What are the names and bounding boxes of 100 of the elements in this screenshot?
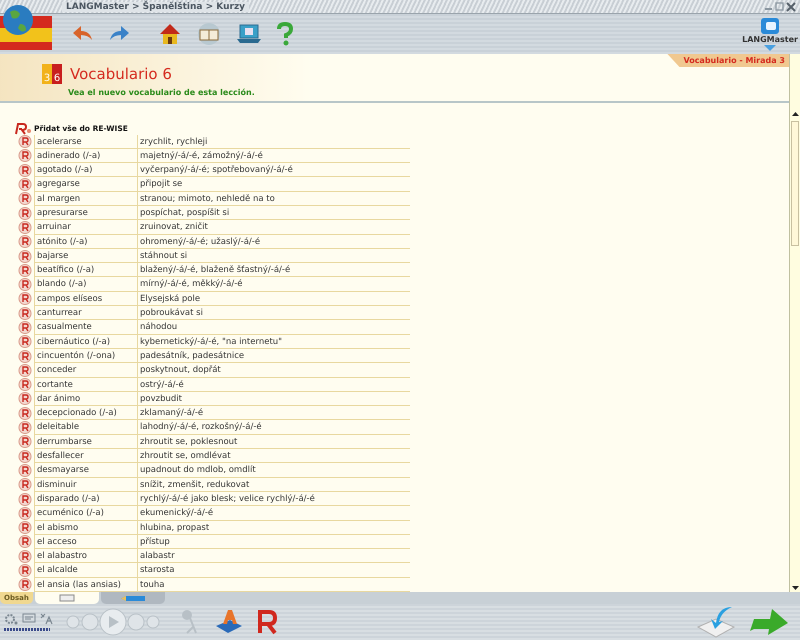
rewise-icon[interactable] <box>18 235 32 248</box>
translation-cell: náhodou <box>137 320 410 335</box>
mail-icon[interactable] <box>696 605 736 639</box>
translation-cell: majetný/-á/-é, zámožný/-á/-é <box>137 148 410 164</box>
rewise-icon[interactable] <box>18 578 32 592</box>
word-cell: beatífico (/-a) <box>34 263 137 278</box>
word-cell: al margen <box>34 192 137 206</box>
dictionary-icon[interactable] <box>214 608 244 636</box>
translation-cell: povzbudit <box>137 392 410 406</box>
translation-cell: rychlý/-á/-é jako blesk; velice rychlý/-á/-é <box>137 492 410 506</box>
rewise-icon[interactable] <box>18 550 32 563</box>
word-cell: dar ánimo <box>34 392 137 406</box>
translation-cell: připojit se <box>137 177 410 192</box>
book-icon[interactable] <box>196 22 222 46</box>
lesson-title: Vocabulario 6 <box>70 65 172 83</box>
home-icon[interactable] <box>158 22 182 46</box>
translation-cell: zhroutit se, omdlévat <box>137 449 410 464</box>
translation-cell: ohromený/-á/-é; užaslý/-á/-é <box>137 234 410 249</box>
word-cell: desfallecer <box>34 449 137 464</box>
rewise-icon[interactable] <box>18 206 32 220</box>
translation-cell: zruinovat, zničit <box>137 220 410 235</box>
rewise-icon[interactable] <box>18 321 32 334</box>
translation-cell: blažený/-á/-é, blaženě šťastný/-á/-é <box>137 263 410 278</box>
rewise-icon[interactable] <box>18 521 32 534</box>
rewise-icon[interactable] <box>18 135 32 148</box>
rewise-add-icon[interactable] <box>14 122 32 134</box>
volume-indicator[interactable] <box>4 628 50 631</box>
rewise-icon[interactable] <box>18 364 32 377</box>
translation-cell: přístup <box>137 534 410 550</box>
word-cell: disminuir <box>34 478 137 492</box>
rewise-icon[interactable] <box>18 149 32 162</box>
scroll-thumb[interactable] <box>791 121 799 246</box>
rewise-icon[interactable] <box>18 535 32 548</box>
rewise-icon[interactable] <box>18 192 32 206</box>
rewise-icon[interactable] <box>18 335 32 348</box>
translation-cell: pospíchat, pospíšit si <box>137 206 410 220</box>
keyboard-icon[interactable] <box>22 613 36 623</box>
word-cell: bajarse <box>34 248 137 264</box>
translation-cell: padesátník, padesátnice <box>137 348 410 364</box>
back-icon[interactable] <box>72 25 94 43</box>
rewise-icon[interactable] <box>18 564 32 578</box>
translation-cell: lahodný/-á/-é, rozkošný/-á/-é <box>137 420 410 435</box>
word-cell: canturrear <box>34 306 137 320</box>
rewise-icon[interactable] <box>18 306 32 320</box>
word-cell: deleitable <box>34 420 137 435</box>
settings-icon[interactable] <box>4 613 18 625</box>
rewise-icon[interactable] <box>18 392 32 406</box>
rewise-icon[interactable] <box>18 278 32 292</box>
pencil-icon <box>120 594 146 602</box>
rewise-icon[interactable] <box>18 178 32 192</box>
word-cell: cincuentón (/-ona) <box>34 348 137 364</box>
word-cell: decepcionado (/-a) <box>34 406 137 420</box>
rewise-icon[interactable] <box>18 406 32 420</box>
word-cell: acelerarse <box>34 134 137 149</box>
translation-cell: upadnout do mdlob, omdlít <box>137 463 410 478</box>
rewise-icon[interactable] <box>18 292 32 306</box>
rewise-icon[interactable] <box>18 164 32 177</box>
lesson-number: 6 <box>52 64 62 84</box>
rewise-icon[interactable] <box>18 220 32 234</box>
word-cell: agotado (/-a) <box>34 163 137 178</box>
translation-cell: kybernetický/-á/-é, "na internetu" <box>137 334 410 349</box>
translation-cell: stáhnout si <box>137 248 410 264</box>
rewise-icon[interactable] <box>18 250 32 263</box>
maximize-icon[interactable] <box>775 2 784 11</box>
translation-cell: stranou; mimoto, nehledě na to <box>137 192 410 206</box>
rewise-icon[interactable] <box>18 464 32 477</box>
close-icon[interactable] <box>786 2 796 12</box>
translation-cell: ostrý/-á/-é <box>137 378 410 392</box>
word-cell: blando (/-a) <box>34 277 137 292</box>
translation-cell: snížit, zmenšit, redukovat <box>137 478 410 492</box>
rewise-icon[interactable] <box>18 506 32 520</box>
unit-number: 3 <box>42 64 52 84</box>
word-cell: atónito (/-a) <box>34 234 137 249</box>
rewise-icon[interactable] <box>18 492 32 506</box>
translation-cell: vyčerpaný/-á/-é; spotřebovaný/-á/-é <box>137 163 410 178</box>
rewise-icon[interactable] <box>18 435 32 448</box>
translation-cell: hlubina, propast <box>137 520 410 535</box>
word-cell: casualmente <box>34 320 137 335</box>
note-icon <box>58 594 75 602</box>
translation-cell: starosta <box>137 563 410 578</box>
font-size-icon[interactable] <box>40 613 54 625</box>
scroll-up-icon[interactable] <box>790 110 800 119</box>
translation-cell: alabastr <box>137 549 410 564</box>
translation-cell: poskytnout, dopřát <box>137 363 410 378</box>
rewise-icon[interactable] <box>18 450 32 463</box>
rewise-icon[interactable] <box>18 421 32 434</box>
word-cell: campos elíseos <box>34 292 137 306</box>
rewise-icon[interactable] <box>18 350 32 363</box>
forward-icon[interactable] <box>108 25 130 43</box>
translation-cell: Elysejská pole <box>137 292 410 306</box>
laptop-icon[interactable] <box>236 23 262 45</box>
word-cell: agregarse <box>34 177 137 192</box>
rewise-icon[interactable] <box>18 378 32 392</box>
word-cell: apresurarse <box>34 206 137 220</box>
word-cell: el acceso <box>34 534 137 550</box>
word-cell: cortante <box>34 378 137 392</box>
word-cell: desmayarse <box>34 463 137 478</box>
rewise-icon[interactable] <box>18 264 32 277</box>
rewise-icon[interactable] <box>18 478 32 492</box>
notes-tab[interactable] <box>34 592 99 604</box>
